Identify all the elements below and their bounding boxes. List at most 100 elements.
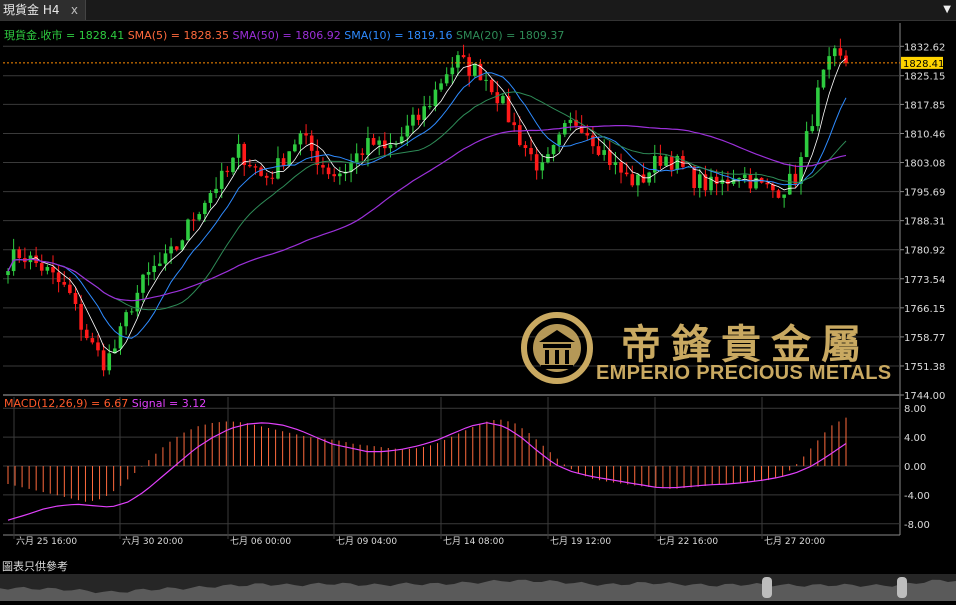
candle-body bbox=[422, 106, 426, 120]
candle-body bbox=[439, 83, 443, 90]
scroll-handle-right[interactable] bbox=[897, 577, 907, 598]
candle-body bbox=[804, 131, 809, 158]
candle-body bbox=[96, 342, 100, 351]
candle-body bbox=[293, 144, 297, 152]
candle-body bbox=[388, 144, 393, 149]
chart-tab-title: 現貨金 H4 bbox=[3, 3, 60, 17]
sma50-line bbox=[7, 125, 847, 302]
price-tick-label: 1832.62 bbox=[904, 42, 945, 53]
candle-body bbox=[203, 202, 207, 215]
candle-body bbox=[821, 69, 826, 88]
time-tick-label: 六月 25 16:00 bbox=[16, 535, 77, 547]
candle-body bbox=[551, 144, 556, 155]
candle-body bbox=[39, 263, 44, 271]
legend-item: SMA(10) = 1819.16 bbox=[344, 29, 457, 42]
candle-body bbox=[152, 265, 157, 273]
candle-body bbox=[523, 145, 528, 149]
candle-body bbox=[236, 143, 241, 158]
legend-item: SMA(50) = 1806.92 bbox=[232, 29, 345, 42]
candle-body bbox=[321, 165, 325, 168]
candle-body bbox=[281, 158, 286, 166]
close-icon[interactable]: x bbox=[71, 0, 78, 20]
candle-body bbox=[332, 174, 337, 177]
time-tick-label: 七月 09 04:00 bbox=[336, 536, 397, 547]
candle-body bbox=[568, 119, 573, 124]
candle-body bbox=[596, 146, 601, 155]
price-tick-label: 1780.92 bbox=[904, 246, 945, 257]
candle-body bbox=[383, 140, 387, 149]
legend-item: MACD(12,26,9) = 6.67 bbox=[4, 397, 132, 410]
price-tick-label: 1795.69 bbox=[904, 188, 945, 199]
time-tick-label: 七月 06 00:00 bbox=[230, 536, 291, 547]
candle-body bbox=[264, 175, 269, 178]
price-tick-label: 1758.77 bbox=[904, 333, 945, 344]
candle-body bbox=[45, 266, 50, 271]
candle-body bbox=[197, 214, 202, 220]
candle-body bbox=[208, 193, 213, 203]
candle-body bbox=[681, 155, 685, 167]
candle-body bbox=[366, 138, 370, 155]
emperio-logo-icon bbox=[521, 312, 593, 384]
chevron-down-icon[interactable]: ▼ bbox=[943, 0, 951, 20]
candle-body bbox=[405, 125, 410, 137]
price-tick-label: 1788.31 bbox=[904, 217, 945, 228]
candle-body bbox=[748, 174, 753, 189]
candle-body bbox=[619, 162, 623, 173]
sma5-line bbox=[7, 58, 847, 354]
candle-body bbox=[613, 162, 618, 165]
candle-body bbox=[146, 272, 151, 275]
candle-body bbox=[664, 156, 668, 166]
candle-body bbox=[174, 246, 179, 250]
candle-body bbox=[838, 48, 843, 56]
chart-canvas: 1832.62 1825.15 1817.85 1810.46 1803.08 1795.… bbox=[3, 23, 945, 547]
candle-body bbox=[62, 282, 67, 285]
watermark: 帝鋒貴金屬 EMPERIO PRECIOUS METALS bbox=[521, 310, 891, 390]
candle-body bbox=[225, 170, 230, 173]
candle-body bbox=[360, 153, 365, 155]
candle-body bbox=[602, 150, 606, 155]
candle-body bbox=[591, 135, 595, 147]
chart-scrollbar[interactable] bbox=[0, 574, 956, 601]
price-tick-label: 1744.00 bbox=[904, 391, 945, 402]
candle-body bbox=[90, 338, 95, 343]
price-tick-label: 1825.15 bbox=[904, 72, 945, 83]
candle-body bbox=[782, 194, 786, 198]
candle-body bbox=[444, 74, 449, 84]
candle-body bbox=[186, 219, 190, 241]
candle-body bbox=[163, 253, 168, 264]
macd-legend: MACD(12,26,9) = 6.67 Signal = 3.12 bbox=[4, 397, 206, 410]
candle-body bbox=[304, 133, 308, 136]
candle-body bbox=[776, 190, 781, 198]
candle-body bbox=[270, 177, 275, 179]
candle-body bbox=[810, 126, 815, 132]
candle-body bbox=[118, 326, 123, 349]
candle-body bbox=[248, 165, 252, 167]
candle-body bbox=[191, 219, 196, 221]
scroll-handle-left[interactable] bbox=[762, 577, 772, 598]
time-tick-label: 七月 19 12:00 bbox=[550, 536, 611, 547]
candle-body bbox=[832, 48, 837, 57]
sma20-line bbox=[7, 91, 847, 311]
candle-body bbox=[742, 174, 747, 179]
chart-tab[interactable]: 現貨金 H4 x bbox=[0, 0, 86, 20]
candle-body bbox=[219, 170, 224, 189]
candle-body bbox=[495, 92, 500, 104]
price-tick-label: 1803.08 bbox=[904, 159, 945, 170]
candle-body bbox=[338, 173, 342, 177]
watermark-english: EMPERIO PRECIOUS METALS bbox=[596, 362, 892, 384]
candle-body bbox=[607, 150, 612, 165]
candle-body bbox=[636, 174, 640, 186]
candle-body bbox=[517, 125, 522, 146]
candle-body bbox=[630, 174, 635, 186]
candle-body bbox=[158, 263, 162, 266]
price-tick-label: 1810.46 bbox=[904, 129, 945, 140]
candle-body bbox=[765, 182, 770, 185]
candle-body bbox=[377, 140, 381, 145]
price-tick-label: 1766.15 bbox=[904, 304, 945, 315]
candle-body bbox=[107, 353, 112, 371]
candle-body bbox=[298, 133, 303, 145]
candle-body bbox=[484, 79, 488, 81]
candle-body bbox=[546, 154, 550, 163]
time-tick-label: 七月 14 08:00 bbox=[443, 536, 504, 547]
candle-body bbox=[540, 162, 545, 171]
